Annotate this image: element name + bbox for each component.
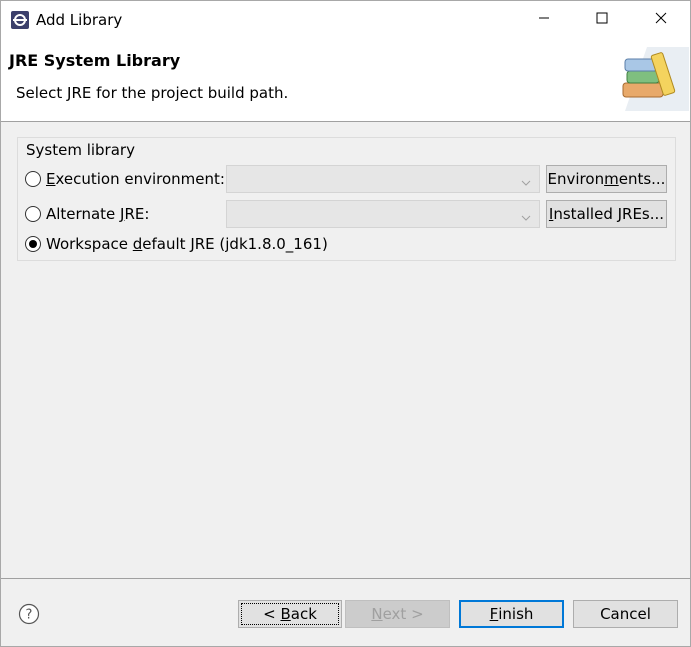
chevron-down-icon bbox=[521, 174, 531, 186]
minimize-button[interactable] bbox=[515, 1, 573, 37]
radio-label: Alternate JRE: bbox=[46, 205, 150, 223]
title-bar: Add Library bbox=[1, 1, 690, 37]
execution-environment-radio[interactable]: Execution environment: bbox=[25, 168, 225, 190]
close-icon bbox=[655, 10, 667, 28]
wizard-banner: JRE System Library Select JRE for the pr… bbox=[1, 37, 690, 122]
eclipse-icon bbox=[10, 10, 30, 30]
maximize-button[interactable] bbox=[573, 1, 631, 37]
page-description: Select JRE for the project build path. bbox=[16, 84, 289, 102]
radio-indicator[interactable] bbox=[25, 171, 41, 187]
window-title: Add Library bbox=[36, 11, 123, 29]
svg-text:?: ? bbox=[26, 608, 33, 623]
radio-label: Execution environment: bbox=[46, 170, 225, 188]
system-library-label: System library bbox=[26, 141, 135, 159]
back-button[interactable]: < Back bbox=[238, 600, 342, 628]
chevron-down-icon bbox=[521, 209, 531, 221]
workspace-default-jre-radio[interactable]: Workspace default JRE (jdk1.8.0_161) bbox=[25, 233, 328, 255]
books-icon bbox=[613, 47, 689, 111]
maximize-icon bbox=[596, 10, 608, 28]
alternate-jre-radio[interactable]: Alternate JRE: bbox=[25, 203, 149, 225]
next-button[interactable]: Next > bbox=[345, 600, 450, 628]
environments-button[interactable]: Environ m ents... bbox=[546, 165, 667, 193]
help-icon[interactable]: ? bbox=[18, 603, 40, 625]
installed-jres-button[interactable]: Installed JREs... bbox=[546, 200, 667, 228]
close-button[interactable] bbox=[632, 1, 690, 37]
footer-divider bbox=[1, 578, 690, 579]
execution-environment-combo bbox=[226, 165, 540, 193]
radio-indicator[interactable] bbox=[25, 206, 41, 222]
cancel-button[interactable]: Cancel bbox=[573, 600, 678, 628]
radio-indicator[interactable] bbox=[25, 236, 41, 252]
minimize-icon bbox=[538, 10, 550, 28]
alternate-jre-combo bbox=[226, 200, 540, 228]
page-title: JRE System Library bbox=[9, 51, 181, 70]
finish-button[interactable]: Finish bbox=[459, 600, 564, 628]
radio-label: Workspace default JRE (jdk1.8.0_161) bbox=[46, 235, 328, 253]
add-library-dialog: Add Library JRE System Library Select JR… bbox=[0, 0, 691, 647]
